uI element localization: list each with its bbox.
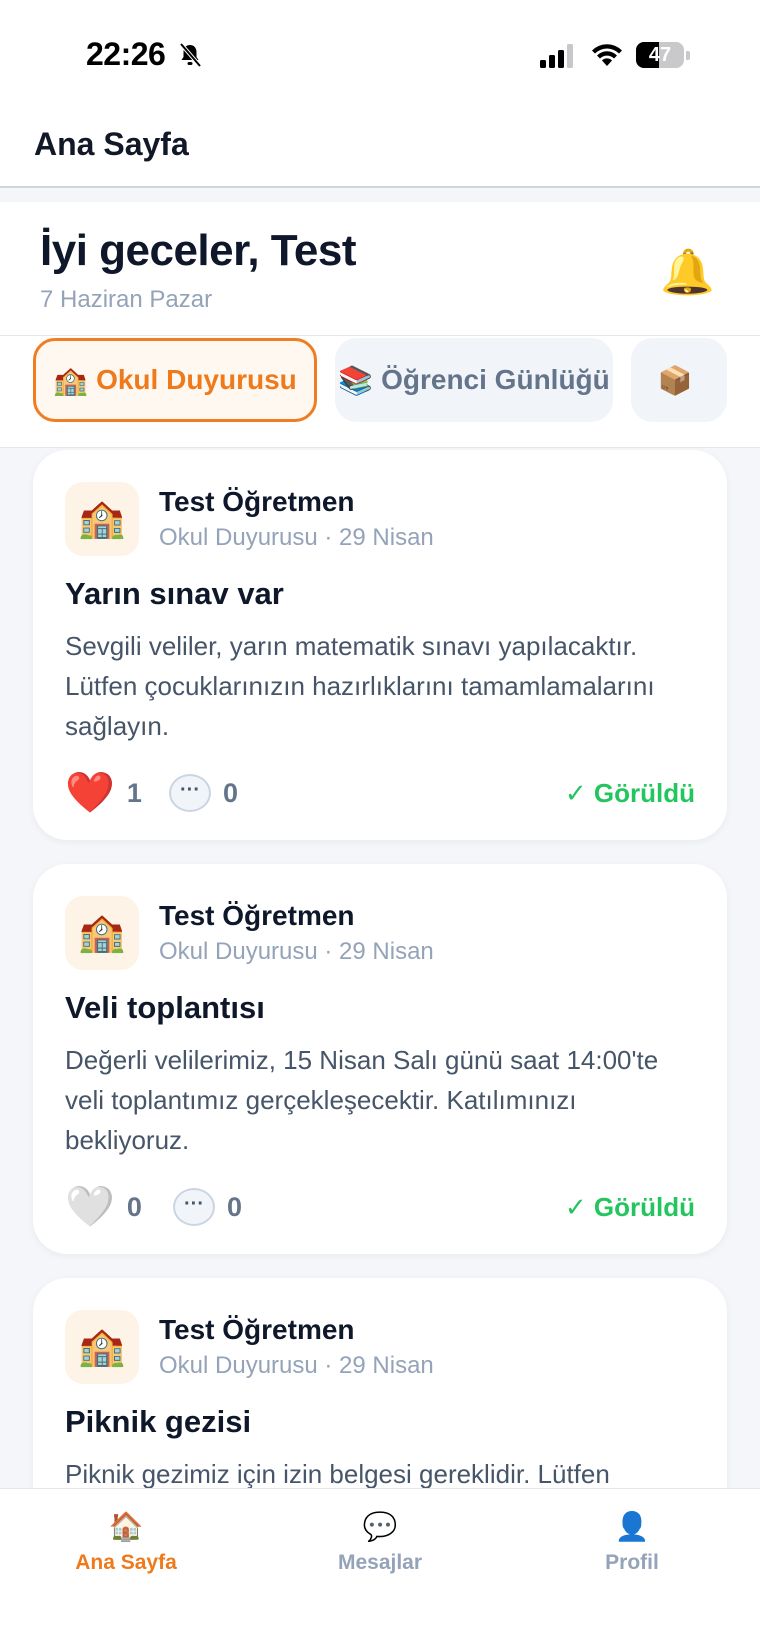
bottom-tab-bar: 🏠 Ana Sayfa 💬 Mesajlar 👤 Profil — [0, 1488, 760, 1646]
speech-bubble-icon: 💬 — [362, 1511, 398, 1542]
comment-button[interactable]: ··· 0 — [173, 1184, 242, 1230]
page-title: Ana Sayfa — [34, 126, 189, 162]
announcement-feed[interactable]: 🏫 Test Öğretmen Okul Duyurusu · 29 Nisan… — [0, 448, 760, 1488]
tabbar-label: Mesajlar — [337, 1551, 423, 1574]
navigation-bar: Ana Sayfa — [0, 100, 760, 188]
battery-cap — [686, 51, 690, 60]
cellular-signal-icon — [540, 44, 573, 68]
tabbar-item-home[interactable]: 🏠 Ana Sayfa — [26, 1507, 226, 1575]
speech-bubble-icon: ··· — [173, 1188, 215, 1226]
tabbar-item-messages[interactable]: 💬 Mesajlar — [280, 1507, 480, 1575]
tab-package[interactable]: 📦 — [631, 338, 727, 422]
wifi-icon — [592, 44, 622, 66]
home-icon: 🏠 — [108, 1511, 144, 1542]
post-card[interactable]: 🏫 Test Öğretmen Okul Duyurusu · 29 Nisan… — [33, 450, 727, 840]
battery-body: 47 — [636, 42, 684, 68]
school-icon: 🏫 — [65, 896, 139, 970]
post-body: Sevgili veliler, yarın matematik sınavı … — [65, 631, 655, 741]
post-author: Test Öğretmen — [159, 900, 355, 931]
school-icon: 🏫 — [65, 482, 139, 556]
user-icon: 👤 — [614, 1511, 650, 1542]
post-card[interactable]: 🏫 Test Öğretmen Okul Duyurusu · 29 Nisan… — [33, 1278, 727, 1488]
comment-button[interactable]: ··· 0 — [169, 770, 238, 816]
post-author: Test Öğretmen — [159, 1314, 355, 1345]
battery-level: 47 — [648, 44, 672, 66]
like-button[interactable]: ❤️ 1 — [65, 770, 142, 816]
notification-bell-icon[interactable]: 🔔 — [660, 246, 715, 300]
bell-slash-icon — [179, 42, 202, 68]
greeting-title: İyi geceler, Test — [40, 226, 356, 275]
post-actions: 🤍 0 ··· 0 ✓ Görüldü — [65, 1184, 695, 1230]
tab-label: Okul Duyurusu — [96, 364, 297, 395]
status-bar: 22:26 47 — [0, 0, 760, 100]
school-icon: 🏫 — [65, 1310, 139, 1384]
heart-outline-icon: 🤍 — [65, 1185, 115, 1229]
battery-indicator: 47 — [636, 42, 690, 68]
tab-label: Öğrenci Günlüğü — [381, 364, 610, 395]
app-screen: 22:26 47 Ana Sayfa İyi geceler, Test 7 H… — [0, 0, 760, 1646]
post-title: Yarın sınav var — [65, 576, 284, 611]
speech-bubble-icon: ··· — [169, 774, 211, 812]
post-meta: Okul Duyurusu · 29 Nisan — [159, 524, 434, 551]
post-title: Piknik gezisi — [65, 1404, 252, 1439]
tab-okul-duyurusu[interactable]: 🏫 Okul Duyurusu — [33, 338, 317, 422]
seen-status: ✓ Görüldü — [564, 1192, 695, 1222]
post-title: Veli toplantısı — [65, 990, 265, 1025]
greeting-date: 7 Haziran Pazar — [40, 286, 213, 313]
tabbar-item-profile[interactable]: 👤 Profil — [532, 1507, 732, 1575]
post-author: Test Öğretmen — [159, 486, 355, 517]
tabbar-label: Ana Sayfa — [75, 1551, 177, 1574]
comment-count: 0 — [227, 1191, 243, 1222]
post-meta: Okul Duyurusu · 29 Nisan — [159, 938, 434, 965]
greeting-header: İyi geceler, Test 7 Haziran Pazar 🔔 — [0, 202, 760, 336]
seen-status: ✓ Görüldü — [564, 778, 695, 808]
post-body: Piknik gezimiz için izin belgesi gerekli… — [65, 1459, 610, 1488]
heart-icon: ❤️ — [65, 771, 115, 815]
like-count: 1 — [126, 777, 142, 808]
tab-ogrenci-gunlugu[interactable]: 📚 Öğrenci Günlüğü — [335, 338, 613, 422]
books-icon: 📚 — [338, 364, 374, 396]
status-time: 22:26 — [86, 36, 166, 72]
post-actions: ❤️ 1 ··· 0 ✓ Görüldü — [65, 770, 695, 816]
post-meta: Okul Duyurusu · 29 Nisan — [159, 1352, 434, 1379]
comment-count: 0 — [223, 777, 239, 808]
post-body: Değerli velilerimiz, 15 Nisan Salı günü … — [65, 1045, 659, 1155]
like-count: 0 — [126, 1191, 142, 1222]
post-card[interactable]: 🏫 Test Öğretmen Okul Duyurusu · 29 Nisan… — [33, 864, 727, 1254]
school-icon: 🏫 — [53, 364, 89, 396]
like-button[interactable]: 🤍 0 — [65, 1184, 142, 1230]
package-icon: 📦 — [657, 364, 693, 396]
category-tabs: 🏫 Okul Duyurusu 📚 Öğrenci Günlüğü 📦 — [0, 336, 760, 448]
tabbar-label: Profil — [605, 1551, 659, 1574]
